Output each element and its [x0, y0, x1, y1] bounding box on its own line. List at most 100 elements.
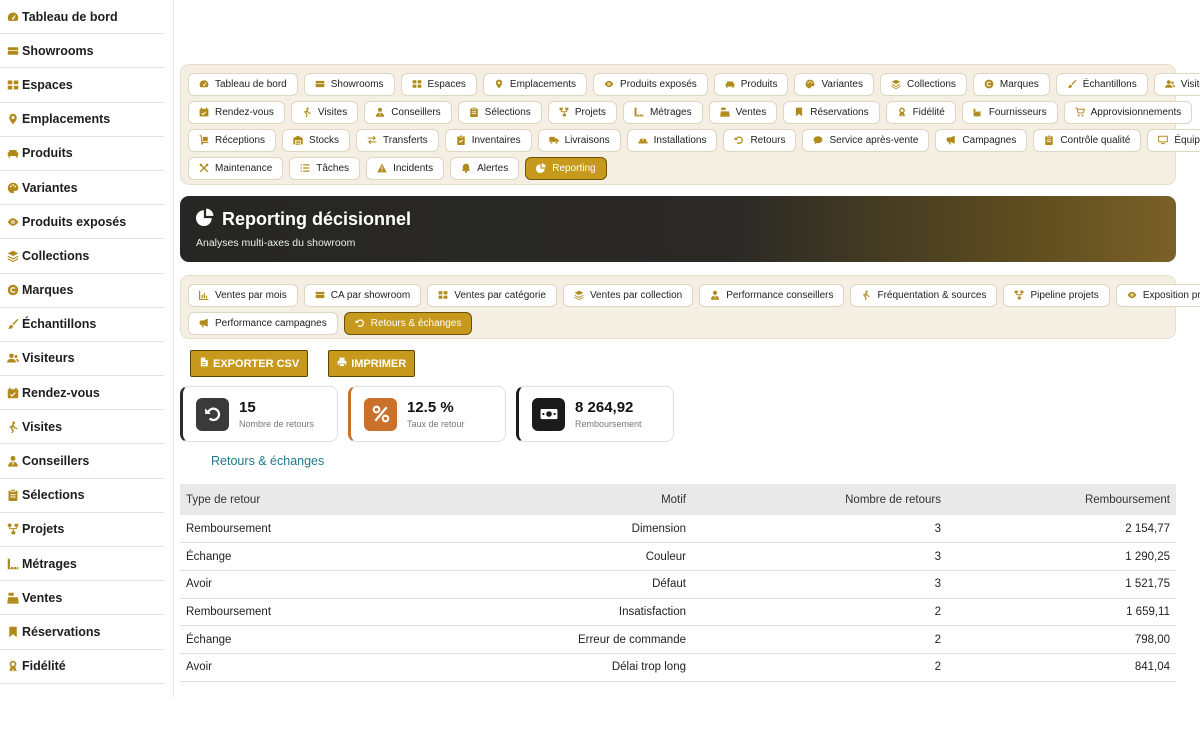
- file-csv-icon: [199, 357, 209, 370]
- print-button[interactable]: IMPRIMER: [328, 350, 416, 377]
- nav-module-label: Approvisionnements: [1090, 106, 1182, 118]
- sidebar-item-metrages[interactable]: Métrages: [0, 547, 164, 582]
- nav-module-campagnes[interactable]: Campagnes: [935, 128, 1028, 152]
- nav-module-taches[interactable]: Tâches: [289, 156, 361, 180]
- report-tab-performance-campagnes[interactable]: Performance campagnes: [188, 311, 338, 335]
- report-tab-pipeline-projets[interactable]: Pipeline projets: [1003, 283, 1110, 307]
- table-row: Avoir Délai trop long 2 841,04: [180, 653, 1176, 682]
- report-tab-ca-par-showroom[interactable]: CA par showroom: [303, 283, 422, 307]
- pie-chart-icon: [196, 208, 214, 231]
- sidebar-item-emplacements[interactable]: Emplacements: [0, 103, 164, 137]
- sidebar-item-visites[interactable]: Visites: [0, 410, 164, 445]
- nav-module-collections[interactable]: Collections: [879, 72, 967, 96]
- nav-module-label: Ventes: [735, 106, 767, 118]
- nav-module-transferts[interactable]: Transferts: [356, 128, 439, 152]
- print-icon: [337, 357, 347, 367]
- sidebar-item-fidelite[interactable]: Fidélité: [0, 650, 164, 684]
- nav-module-reporting[interactable]: Reporting: [525, 156, 607, 180]
- nav-module-produits-exposes[interactable]: Produits exposés: [593, 72, 708, 96]
- nav-module-marques[interactable]: Marques: [972, 72, 1050, 96]
- report-tab-label: Pipeline projets: [1030, 289, 1099, 301]
- nav-module-service-apres-vente[interactable]: Service après-vente: [802, 128, 930, 152]
- nav-module-tableau-de-bord[interactable]: Tableau de bord: [188, 72, 298, 96]
- nav-module-incidents[interactable]: Incidents: [366, 156, 445, 180]
- nav-module-receptions[interactable]: Réceptions: [188, 128, 277, 152]
- nav-module-maintenance[interactable]: Maintenance: [188, 156, 284, 180]
- copyright-icon: [6, 283, 20, 297]
- nav-module-emplacements[interactable]: Emplacements: [482, 72, 588, 96]
- nav-module-conseillers[interactable]: Conseillers: [364, 100, 452, 124]
- nav-module-controle-qualite[interactable]: Contrôle qualité: [1033, 128, 1142, 152]
- nav-module-approvisionnements[interactable]: Approvisionnements: [1063, 100, 1193, 124]
- report-tab-frequentation-sources[interactable]: Fréquentation & sources: [850, 283, 998, 307]
- sidebar-item-produits-exposes[interactable]: Produits exposés: [0, 205, 164, 240]
- nav-module-echantillons[interactable]: Échantillons: [1055, 72, 1148, 96]
- nav-module-installations[interactable]: Installations: [626, 128, 718, 152]
- sidebar-item-ventes[interactable]: Ventes: [0, 581, 164, 616]
- nav-module-label: Livraisons: [564, 134, 610, 146]
- nav-module-inventaires[interactable]: Inventaires: [444, 128, 532, 152]
- report-tab-ventes-par-collection[interactable]: Ventes par collection: [562, 283, 694, 307]
- clipboard-check-icon: [456, 135, 466, 145]
- showroom-icon: [315, 79, 325, 89]
- report-tab-exposition-produits[interactable]: Exposition produits: [1115, 283, 1200, 307]
- nav-module-retours[interactable]: Retours: [723, 128, 797, 152]
- nav-module-label: Équipements: [1174, 134, 1200, 146]
- report-tab-ventes-par-categorie[interactable]: Ventes par catégorie: [427, 283, 557, 307]
- sidebar-item-label: Visiteurs: [22, 351, 75, 366]
- nav-module-fidelite[interactable]: Fidélité: [885, 100, 956, 124]
- export-csv-button[interactable]: EXPORTER CSV: [190, 350, 309, 377]
- table-row: Échange Couleur 3 1 290,25: [180, 542, 1176, 571]
- sidebar-item-produits[interactable]: Produits: [0, 137, 164, 171]
- report-tab-retours-echanges[interactable]: Retours & échanges: [343, 311, 473, 335]
- layers-icon: [574, 290, 584, 300]
- sidebar-item-echantillons[interactable]: Échantillons: [0, 308, 164, 342]
- sidebar-item-selections[interactable]: Sélections: [0, 479, 164, 513]
- sidebar-item-rendez-vous[interactable]: Rendez-vous: [0, 376, 164, 411]
- nav-module-projets[interactable]: Projets: [547, 100, 617, 124]
- nav-module-fournisseurs[interactable]: Fournisseurs: [961, 100, 1058, 124]
- nav-module-label: Produits: [740, 78, 778, 90]
- sidebar-item-label: Collections: [22, 248, 90, 263]
- sidebar-item-reservations[interactable]: Réservations: [0, 615, 164, 650]
- sidebar-item-marques[interactable]: Marques: [0, 274, 164, 308]
- monitor-icon: [1158, 135, 1169, 145]
- nav-module-equipements[interactable]: Équipements: [1147, 128, 1200, 152]
- nav-module-rendez-vous[interactable]: Rendez-vous: [188, 100, 285, 124]
- sidebar-item-conseillers[interactable]: Conseillers: [0, 444, 164, 479]
- nav-module-livraisons[interactable]: Livraisons: [537, 128, 621, 152]
- grid-icon: [6, 78, 20, 92]
- sidebar-item-projets[interactable]: Projets: [0, 513, 164, 547]
- nav-module-visites[interactable]: Visites: [290, 100, 359, 124]
- report-tab-performance-conseillers[interactable]: Performance conseillers: [699, 283, 845, 307]
- kpi-value: 12.5 %: [407, 399, 454, 416]
- nav-module-reservations[interactable]: Réservations: [783, 100, 880, 124]
- nav-module-produits[interactable]: Produits: [713, 72, 789, 96]
- nav-module-ventes[interactable]: Ventes: [708, 100, 778, 124]
- sidebar-item-visiteurs[interactable]: Visiteurs: [0, 342, 164, 377]
- nav-module-metrages[interactable]: Métrages: [622, 100, 703, 124]
- column-header: Motif: [440, 484, 692, 515]
- nav-module-showrooms[interactable]: Showrooms: [303, 72, 395, 96]
- nav-module-label: Réceptions: [215, 134, 266, 146]
- report-tab-ventes-par-mois[interactable]: Ventes par mois: [188, 283, 298, 307]
- returns-table: Type de retour Motif Nombre de retours R…: [180, 484, 1176, 682]
- sidebar-item-variantes[interactable]: Variantes: [0, 171, 164, 206]
- ruler-icon: [634, 107, 644, 117]
- page-subtitle: Analyses multi-axes du showroom: [196, 237, 356, 249]
- sidebar-item-espaces[interactable]: Espaces: [0, 68, 164, 103]
- nav-module-alertes[interactable]: Alertes: [450, 156, 520, 180]
- sidebar-item-showrooms[interactable]: Showrooms: [0, 34, 164, 69]
- sidebar-item-label: Conseillers: [22, 454, 90, 469]
- sitemap-icon: [559, 107, 569, 117]
- nav-module-selections[interactable]: Sélections: [457, 100, 542, 124]
- nav-module-stocks[interactable]: Stocks: [282, 128, 351, 152]
- kpi-card: 12.5 % Taux de retour: [348, 386, 506, 442]
- table-row: Remboursement Insatisfaction 2 1 659,11: [180, 598, 1176, 627]
- table-cell: Avoir: [180, 570, 440, 599]
- nav-module-espaces[interactable]: Espaces: [400, 72, 477, 96]
- sidebar-item-tableau-de-bord[interactable]: Tableau de bord: [0, 0, 164, 35]
- nav-module-variantes[interactable]: Variantes: [794, 72, 874, 96]
- nav-module-visiteurs[interactable]: Visiteurs: [1153, 72, 1200, 96]
- sidebar-item-collections[interactable]: Collections: [0, 239, 164, 274]
